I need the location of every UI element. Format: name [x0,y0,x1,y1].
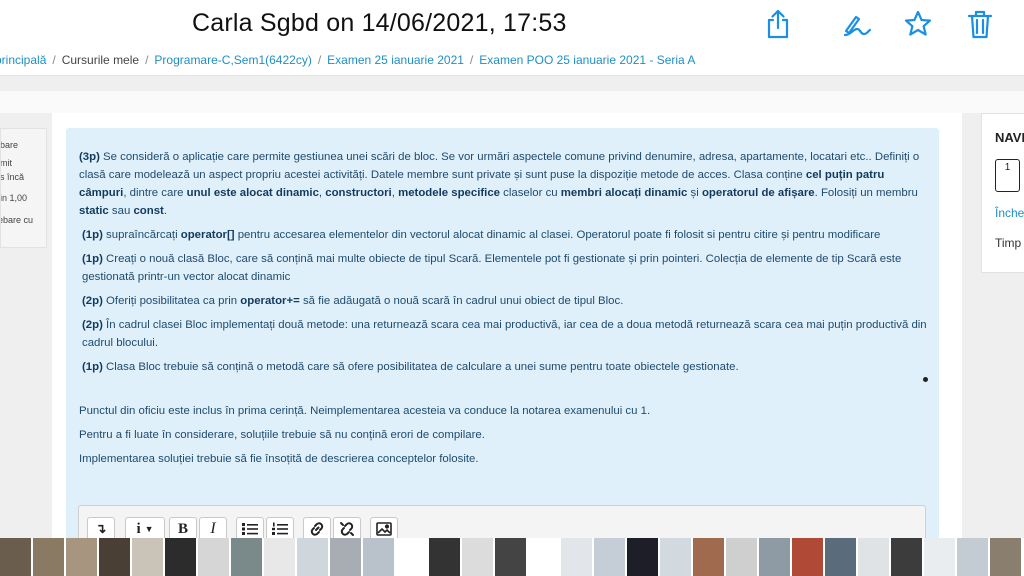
info-style-icon: i [136,520,141,537]
unlink-icon [340,522,354,536]
question-text: (3p) Se consideră o aplicație care permi… [79,148,927,474]
viewer-title: Carla Sgbd on 14/06/2021, 17:53 [192,9,567,37]
time-label: Timp [995,236,1022,250]
breadcrumb: principală / Cursurile mele / Programare-C,S… [0,48,1024,76]
numbered-list-icon [272,522,288,535]
note-ex-officio-point: Punctul din oficiu este inclus în prima … [79,405,651,417]
breadcrumb-my-courses[interactable]: Cursurile mele [62,53,139,67]
breadcrumb-exam[interactable]: Examen POO 25 ianuarie 2021 - Seria A [479,53,695,67]
thumbnail[interactable] [726,538,757,576]
thumbnail[interactable] [990,538,1021,576]
thumbnail[interactable] [396,538,427,576]
page-header-band [0,91,1024,113]
thumbnail[interactable] [0,538,31,576]
finish-attempt-link[interactable]: Înche [995,206,1024,220]
requirement-1: (1p) supraîncărcați operator[] pentru ac… [82,229,881,241]
bullet-list-icon [242,523,258,535]
question-info-line: as încă [0,172,25,182]
question-info-line: rimit [0,158,12,168]
requirement-2: (1p) Creați o nouă clasă Bloc, care să c… [82,253,902,283]
breadcrumb-separator: / [52,53,56,67]
viewer-toolbar: Carla Sgbd on 14/06/2021, 17:53 [0,0,1024,48]
question-text-box: (3p) Se consideră o aplicație care permi… [66,128,939,548]
trash-icon[interactable] [962,6,998,42]
image-icon [376,522,392,536]
markup-pen-icon[interactable] [839,6,875,42]
breadcrumb-course[interactable]: Programare-C,Sem1(6422cy) [154,53,311,67]
link-icon [310,522,324,536]
breadcrumb-exam-section[interactable]: Examen 25 ianuarie 2021 [327,53,464,67]
expand-arrow-icon: ↴ [95,521,107,536]
thumbnail[interactable] [462,538,493,576]
quiz-navigation-title: NAVI [995,130,1024,145]
thumbnail[interactable] [297,538,328,576]
thumbnail[interactable] [33,538,64,576]
question-info-panel: ebare rimit as încă din 1,00 rebare cu [0,128,47,248]
thumbnail[interactable] [66,538,97,576]
thumbnail[interactable] [495,538,526,576]
thumbnail[interactable] [594,538,625,576]
thumbnail[interactable] [429,538,460,576]
thumbnail[interactable] [957,538,988,576]
thumbnail[interactable] [759,538,790,576]
thumbnail[interactable] [627,538,658,576]
quiz-navigation-panel: NAVI 1 Înche Timp [981,113,1024,273]
thumbnail[interactable] [825,538,856,576]
thumbnail[interactable] [198,538,229,576]
requirement-4: (2p) În cadrul clasei Bloc implementați … [82,319,927,349]
question-nav-button[interactable]: 1 [995,159,1020,192]
thumbnail[interactable] [891,538,922,576]
question-info-line: din 1,00 [0,193,28,203]
breadcrumb-home[interactable]: principală [0,53,46,67]
question-info-line: ebare [0,140,19,150]
thumbnail[interactable] [132,538,163,576]
breadcrumb-separator: / [469,53,474,67]
thumbnail[interactable] [528,538,559,576]
question-intro: (3p) Se consideră o aplicație care permi… [79,151,920,217]
thumbnail[interactable] [660,538,691,576]
question-info-line: rebare cu [1,215,34,225]
thumbnail[interactable] [264,538,295,576]
cursor-dot [923,377,928,382]
note-compilation: Pentru a fi luate în considerare, soluți… [79,429,485,441]
thumbnail[interactable] [693,538,724,576]
star-icon[interactable] [900,6,936,42]
thumbnail-strip [0,538,1024,576]
thumbnail[interactable] [858,538,889,576]
chevron-down-icon: ▼ [144,524,154,534]
note-description: Implementarea soluției trebuie să fie în… [79,453,479,465]
thumbnail[interactable] [924,538,955,576]
thumbnail[interactable] [561,538,592,576]
thumbnail[interactable] [99,538,130,576]
breadcrumb-separator: / [317,53,322,67]
thumbnail[interactable] [330,538,361,576]
thumbnail[interactable] [165,538,196,576]
breadcrumb-separator: / [145,53,149,67]
bold-icon: B [177,520,188,537]
thumbnail[interactable] [231,538,262,576]
italic-icon: I [210,520,216,537]
requirement-3: (2p) Oferiți posibilitatea ca prin opera… [82,295,624,307]
requirement-5: (1p) Clasa Bloc trebuie să conțină o met… [82,361,739,373]
thumbnail[interactable] [792,538,823,576]
share-icon[interactable] [760,6,796,42]
thumbnail[interactable] [363,538,394,576]
